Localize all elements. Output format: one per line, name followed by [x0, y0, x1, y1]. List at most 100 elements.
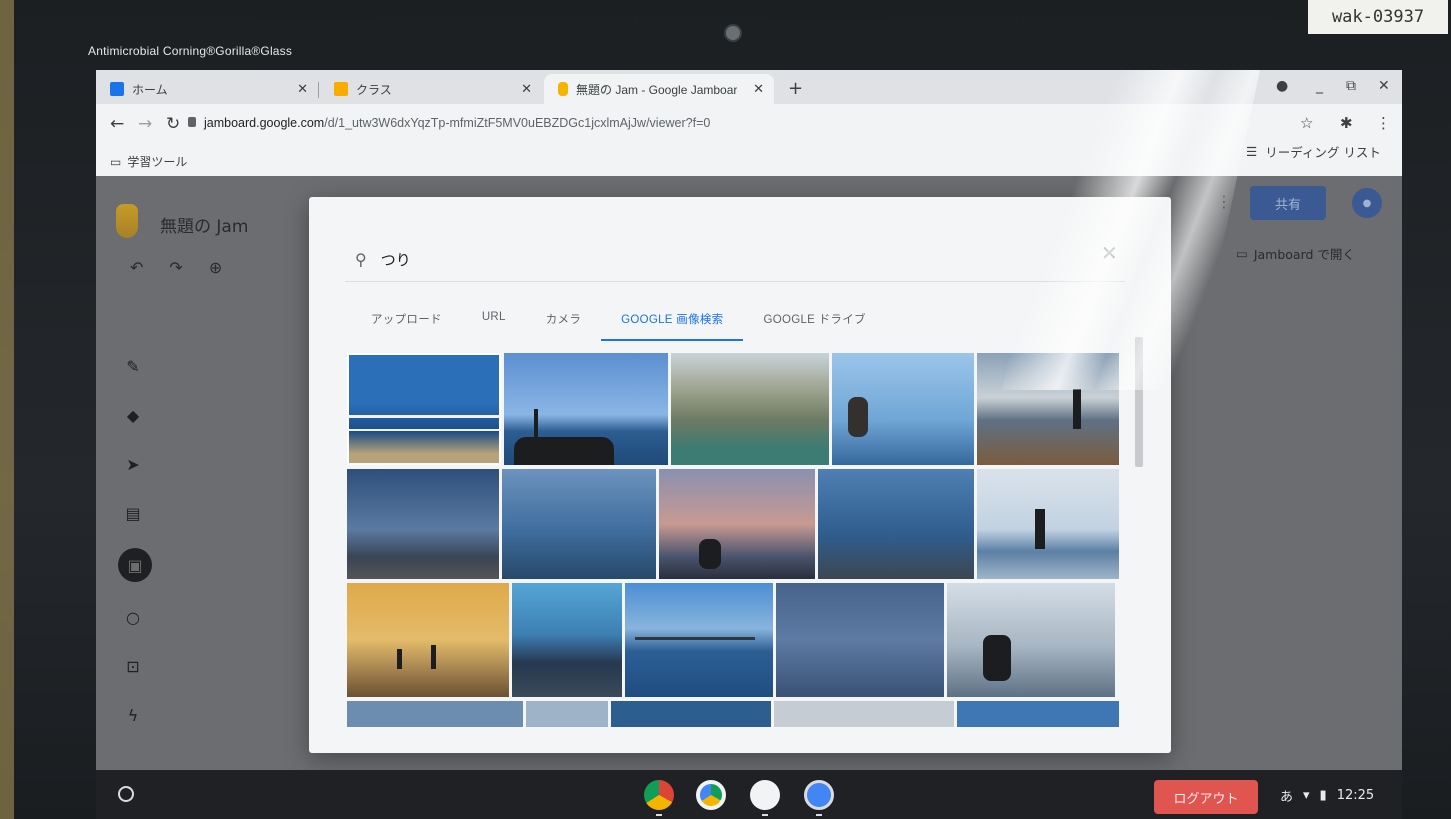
result-image[interactable]: [671, 353, 829, 465]
menu-kebab-icon[interactable]: ⋮: [1376, 114, 1391, 132]
circle-shape-icon[interactable]: ○: [118, 603, 148, 631]
image-search-box[interactable]: ⚲: [345, 237, 1125, 282]
close-tab-icon[interactable]: ✕: [753, 81, 764, 97]
reading-list-icon: ☰: [1246, 144, 1258, 159]
close-tab-icon[interactable]: ✕: [297, 81, 308, 97]
result-image[interactable]: [776, 583, 944, 697]
share-label: 共有: [1274, 197, 1301, 213]
address-bar[interactable]: jamboard.google.com/d/1_utw3W6dxYqzTp-mf…: [188, 116, 711, 130]
select-arrow-icon[interactable]: ➤: [118, 450, 148, 478]
bookmark-star-icon[interactable]: ☆: [1300, 114, 1313, 132]
reload-icon[interactable]: ↻: [166, 114, 180, 134]
tab-label: ホーム: [132, 82, 168, 97]
pen-icon[interactable]: ✎: [118, 352, 148, 380]
drive-icon[interactable]: [696, 780, 726, 810]
result-image[interactable]: [611, 701, 771, 727]
logout-button[interactable]: ログアウト: [1154, 780, 1258, 814]
running-indicator: [656, 814, 662, 816]
laser-icon[interactable]: ϟ: [118, 701, 148, 729]
jamboard-icon: [558, 82, 568, 96]
close-tab-icon[interactable]: ✕: [521, 81, 532, 97]
zoom-icon[interactable]: ⊕: [209, 258, 222, 277]
reading-list-button[interactable]: ☰ リーディング リスト: [1246, 142, 1381, 161]
left-edge: [0, 0, 14, 819]
tab-bar: ホーム ✕ クラス ✕ 無題の Jam - Google Jamboar ✕ +…: [96, 70, 1402, 104]
new-tab-icon[interactable]: +: [788, 78, 803, 99]
results-row: [347, 469, 1119, 579]
tab-camera[interactable]: カメラ: [526, 305, 601, 339]
launcher-icon[interactable]: [118, 786, 134, 802]
tab-google-image-search[interactable]: GOOGLE 画像検索: [601, 305, 744, 341]
glass-brand-text: Antimicrobial Corning®Gorilla®Glass: [88, 44, 293, 58]
undo-icon[interactable]: ↶: [130, 258, 143, 277]
tab-separator: [318, 82, 319, 98]
result-image[interactable]: [347, 353, 501, 465]
result-image[interactable]: [977, 353, 1119, 465]
bookmarks-bar: ▭ 学習ツール ☰ リーディング リスト: [96, 144, 1402, 176]
bookmark-label: 学習ツール: [127, 155, 188, 169]
tab-class[interactable]: クラス ✕: [320, 74, 542, 104]
result-image[interactable]: [774, 701, 954, 727]
image-icon[interactable]: ▣: [118, 548, 152, 582]
result-image[interactable]: [526, 701, 608, 727]
account-circle-icon[interactable]: ●: [1276, 78, 1288, 94]
minimize-icon[interactable]: _: [1316, 78, 1323, 94]
tab-upload[interactable]: アップロード: [351, 305, 462, 339]
result-image[interactable]: [347, 583, 509, 697]
result-image[interactable]: [947, 583, 1115, 697]
tab-label: クラス: [356, 82, 392, 97]
text-box-icon[interactable]: ⊡: [118, 652, 148, 680]
tab-jamboard[interactable]: 無題の Jam - Google Jamboar ✕: [544, 74, 774, 104]
result-image[interactable]: [502, 469, 656, 579]
open-in-jamboard-button[interactable]: ▭ Jamboard で開く: [1236, 244, 1355, 263]
avatar[interactable]: ●: [1352, 188, 1382, 218]
result-image[interactable]: [659, 469, 815, 579]
wifi-icon: ▾: [1303, 788, 1310, 803]
reading-list-label: リーディング リスト: [1265, 145, 1381, 160]
sticky-note-icon[interactable]: ▤: [118, 499, 148, 527]
forward-icon[interactable]: →: [138, 114, 152, 134]
result-image[interactable]: [625, 583, 773, 697]
shelf: ログアウト あ ▾ ▮ 12:25: [96, 770, 1402, 819]
insert-image-dialog: ⚲ ✕ アップロード URL カメラ GOOGLE 画像検索 GOOGLE ドラ…: [309, 197, 1171, 753]
search-input[interactable]: [378, 249, 983, 269]
jam-title[interactable]: 無題の Jam: [160, 212, 248, 237]
docs-icon[interactable]: [804, 780, 834, 810]
chrome-icon[interactable]: [644, 780, 674, 810]
browser-toolbar: ← → ↻ jamboard.google.com/d/1_utw3W6dxYq…: [96, 104, 1402, 146]
share-button[interactable]: 共有: [1250, 186, 1326, 220]
redo-icon[interactable]: ↷: [169, 258, 182, 277]
result-image[interactable]: [818, 469, 974, 579]
result-image[interactable]: [512, 583, 622, 697]
tab-home[interactable]: ホーム ✕: [96, 74, 318, 104]
logout-label: ログアウト: [1173, 791, 1239, 807]
extensions-icon[interactable]: ✱: [1340, 114, 1353, 132]
clock: 12:25: [1336, 788, 1375, 803]
tab-google-drive[interactable]: GOOGLE ドライブ: [743, 305, 885, 339]
result-image[interactable]: [504, 353, 668, 465]
jam-toolbar: ↶ ↷ ⊕: [130, 258, 222, 277]
result-image[interactable]: [957, 701, 1119, 727]
back-icon[interactable]: ←: [110, 114, 124, 134]
source-tabs: アップロード URL カメラ GOOGLE 画像検索 GOOGLE ドライブ: [351, 305, 886, 341]
classroom-app-icon[interactable]: [750, 780, 780, 810]
jamboard-logo: [116, 204, 138, 238]
bookmark-folder[interactable]: ▭ 学習ツール: [110, 153, 187, 170]
folder-icon: ▭: [110, 154, 122, 169]
restore-icon[interactable]: ⧉: [1346, 78, 1356, 94]
tab-label: 無題の Jam - Google Jamboar: [576, 82, 738, 97]
result-image[interactable]: [832, 353, 974, 465]
close-window-icon[interactable]: ✕: [1378, 78, 1390, 94]
eraser-icon[interactable]: ◆: [118, 401, 148, 429]
result-image[interactable]: [347, 701, 523, 727]
side-toolbar: ✎ ◆ ➤ ▤ ▣ ○ ⊡ ϟ: [118, 352, 152, 729]
tab-url[interactable]: URL: [462, 305, 526, 339]
close-icon[interactable]: ✕: [1101, 241, 1118, 265]
running-indicator: [762, 814, 768, 816]
result-image[interactable]: [347, 469, 499, 579]
status-tray[interactable]: あ ▾ ▮ 12:25: [1280, 786, 1374, 805]
url-path: /d/1_utw3W6dxYqzTp-mfmiZtF5MV0uEBZDGc1jc…: [324, 116, 711, 130]
more-options-icon[interactable]: ⋮: [1216, 192, 1232, 211]
result-image[interactable]: [977, 469, 1119, 579]
lock-icon: [188, 117, 196, 127]
